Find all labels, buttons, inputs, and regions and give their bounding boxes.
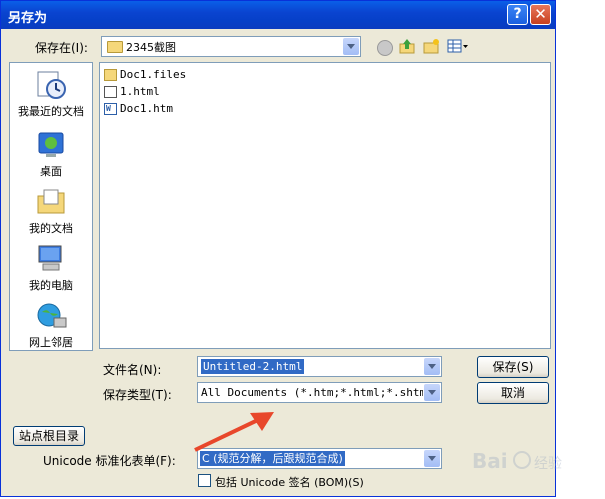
file-name: 1.html [120, 85, 160, 98]
html-file-icon [104, 86, 117, 98]
places-bar: 我最近的文档 桌面 我的文档 我的电脑 网上邻居 [9, 62, 93, 351]
back-icon[interactable] [377, 40, 393, 56]
cancel-button[interactable]: 取消 [477, 382, 549, 404]
folder-icon [104, 69, 117, 81]
filetype-label: 保存类型(T): [103, 388, 172, 402]
list-item[interactable]: W Doc1.htm [104, 101, 173, 117]
file-name: Doc1.htm [120, 102, 173, 115]
filetype-dropdown[interactable]: All Documents (*.htm;*.html;*.shtm;*. [197, 382, 442, 403]
file-list[interactable]: Doc1.files 1.html W Doc1.htm [99, 62, 551, 349]
my-computer-icon [34, 243, 68, 275]
network-places-icon [34, 300, 68, 332]
save-in-value: 2345截图 [126, 41, 176, 54]
list-item[interactable]: Doc1.files [104, 67, 186, 83]
place-desktop[interactable]: 桌面 [10, 129, 92, 179]
window-title: 另存为 [8, 11, 48, 26]
site-root-button[interactable]: 站点根目录 [13, 426, 85, 446]
filename-value[interactable]: Untitled-2.html [201, 359, 305, 374]
filename-input[interactable]: Untitled-2.html [197, 356, 442, 377]
chevron-down-icon[interactable] [424, 450, 440, 467]
word-file-icon: W [104, 103, 117, 115]
place-label: 网上邻居 [29, 336, 73, 349]
place-my-documents[interactable]: 我的文档 [10, 186, 92, 236]
place-label: 我最近的文档 [18, 105, 84, 118]
svg-text:Bai: Bai [472, 449, 508, 473]
save-button[interactable]: 保存(S) [477, 356, 549, 378]
bom-checkbox[interactable] [198, 474, 211, 487]
bom-label: 包括 Unicode 签名 (BOM)(S) [215, 476, 364, 489]
title-bar[interactable]: 另存为 ? ✕ [1, 1, 555, 29]
view-menu-icon[interactable] [447, 39, 469, 53]
filename-label: 文件名(N): [103, 363, 162, 377]
filetype-value: All Documents (*.htm;*.html;*.shtm;*. [201, 386, 423, 399]
place-my-computer[interactable]: 我的电脑 [10, 243, 92, 293]
place-label: 我的文档 [29, 222, 73, 235]
place-label: 桌面 [40, 165, 62, 178]
close-button[interactable]: ✕ [530, 4, 551, 25]
new-folder-icon[interactable] [423, 38, 439, 54]
annotation-arrow [194, 412, 274, 452]
up-folder-icon[interactable] [399, 38, 415, 54]
folder-icon [107, 41, 123, 53]
place-label: 我的电脑 [29, 279, 73, 292]
place-network[interactable]: 网上邻居 [10, 300, 92, 350]
save-in-label: 保存在(I): [35, 41, 88, 55]
place-recent[interactable]: 我最近的文档 [10, 69, 92, 119]
unicode-normalization-label: Unicode 标准化表单(F): [43, 454, 176, 468]
list-item[interactable]: 1.html [104, 84, 160, 100]
baidu-watermark-logo: Bai 经验 [470, 444, 580, 478]
chevron-down-icon[interactable] [424, 358, 440, 375]
file-name: Doc1.files [120, 68, 187, 81]
desktop-icon [34, 129, 68, 161]
help-button[interactable]: ? [507, 4, 528, 25]
recent-documents-icon [34, 69, 68, 101]
svg-text:经验: 经验 [534, 456, 562, 472]
save-in-dropdown[interactable]: 2345截图 [101, 36, 361, 57]
chevron-down-icon[interactable] [424, 384, 440, 401]
my-documents-icon [34, 186, 68, 218]
chevron-down-icon[interactable] [343, 38, 359, 55]
